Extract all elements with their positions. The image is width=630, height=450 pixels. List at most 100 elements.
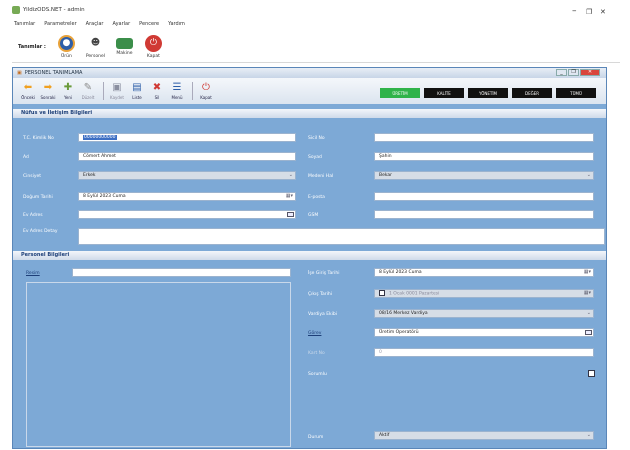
menu-icon: ☰	[172, 82, 182, 93]
minimize-icon[interactable]: –	[572, 6, 577, 16]
menu-button[interactable]: ☰ Menü	[168, 82, 186, 101]
person-icon: ☻	[90, 38, 101, 48]
medeni-label: Medeni Hal	[308, 174, 334, 179]
gsm-input[interactable]	[374, 210, 594, 219]
menu-parametreler[interactable]: Parametreler	[44, 21, 76, 27]
machine-icon	[115, 37, 133, 49]
app-title: YildizODS.NET - admin	[23, 7, 85, 13]
chevron-down-icon: ⌄	[586, 310, 591, 316]
sonraki-button[interactable]: ➡ Sonraki	[39, 82, 57, 101]
menu-araclar[interactable]: Araçlar	[86, 21, 104, 27]
edit-icon: ✎	[83, 82, 93, 93]
kart-input[interactable]: 0	[374, 348, 594, 357]
chevron-down-icon: ⌄	[586, 432, 591, 438]
quick-toolbar: Tanımlar : ● Ürün ☻ Personel Makine ⏻ Ka…	[12, 31, 620, 63]
menu-yardim[interactable]: Yardım	[168, 21, 185, 27]
sorumlu-label: Sorumlu	[308, 372, 327, 377]
dept-tumu-button[interactable]: TÜMÜ	[556, 88, 596, 98]
app-title-bar: YildizODS.NET - admin	[12, 6, 85, 14]
form-kapat-button[interactable]: ⏻ Kapat	[197, 82, 215, 101]
dept-yonetim-button[interactable]: YÖNETİM	[468, 88, 508, 98]
lookup-icon	[585, 330, 592, 335]
personel-button[interactable]: ☻ Personel	[81, 35, 110, 59]
photo-panel[interactable]	[26, 282, 291, 447]
ise-giris-date-picker[interactable]: 8 Eylül 2023 Cuma ▦▾	[374, 268, 594, 277]
list-icon: ▤	[132, 82, 142, 93]
app-logo-icon	[12, 6, 20, 14]
form-icon: ▣	[17, 70, 22, 76]
form-restore-icon[interactable]: ❐	[568, 69, 579, 76]
cikis-checkbox[interactable]	[379, 290, 385, 296]
urun-button[interactable]: ● Ürün	[52, 34, 81, 59]
close-icon[interactable]: ✕	[600, 8, 606, 16]
ad-input[interactable]: Cömert Ahmet	[78, 152, 296, 161]
personnel-section-header: Personel Bilgileri	[13, 251, 606, 260]
evadres-detay-input[interactable]	[78, 228, 605, 245]
menu-pencere[interactable]: Pencere	[139, 21, 159, 27]
cinsiyet-select[interactable]: Erkek ⌄	[78, 171, 296, 180]
calendar-icon: ▦▾	[583, 290, 591, 296]
resim-path-input[interactable]	[72, 268, 291, 277]
personel-form-window: ▣ PERSONEL TANIMLAMA _ ❐ ✕ ⬅ Önceki ➡ Sonr…	[12, 67, 607, 449]
sorumlu-checkbox[interactable]	[588, 370, 595, 377]
vardiya-select[interactable]: 08/16 Merkez Vardiya ⌄	[374, 309, 594, 318]
product-icon: ●	[57, 34, 75, 52]
chevron-down-icon: ⌄	[288, 172, 293, 178]
power-icon: ⏻	[144, 34, 162, 52]
tc-label: T.C. Kimlik No	[23, 136, 54, 141]
kapat-button[interactable]: ⏻ Kapat	[139, 34, 168, 59]
dogum-date-picker[interactable]: 8 Eylül 2023 Cuma ▦▾	[78, 192, 296, 201]
menu-tanimlar[interactable]: Tanımlar	[14, 21, 35, 27]
durum-select[interactable]: Aktif ⌄	[374, 431, 594, 440]
duzelt-button[interactable]: ✎ Düzelt	[79, 82, 97, 101]
identity-section-header: Nüfus ve İletişim Bilgileri	[13, 109, 606, 118]
menu-ayarlar[interactable]: Ayarlar	[112, 21, 130, 27]
menu-bar: Tanımlar Parametreler Araçlar Ayarlar Pe…	[14, 21, 185, 27]
yeni-button[interactable]: ✚ Yeni	[59, 82, 77, 101]
power-icon: ⏻	[202, 82, 210, 93]
cikis-label: Çıkış Tarihi	[308, 292, 332, 297]
kart-label: Kart No	[308, 351, 325, 356]
vardiya-label: Vardiya Ekibi	[308, 312, 338, 317]
resim-link[interactable]: Resim	[26, 271, 40, 276]
sicil-input[interactable]	[374, 133, 594, 142]
soyad-label: Soyad	[308, 155, 322, 160]
form-title: PERSONEL TANIMLAMA	[24, 70, 83, 76]
eposta-input[interactable]	[374, 192, 594, 201]
form-close-icon[interactable]: ✕	[580, 69, 600, 76]
toolbar-separator	[103, 82, 104, 100]
gsm-label: GSM	[308, 213, 319, 218]
quickbar-label: Tanımlar :	[18, 43, 46, 50]
save-icon: ▣	[112, 82, 122, 93]
sil-button[interactable]: ✖ Sil	[148, 82, 166, 101]
dogum-label: Doğum Tarihi	[23, 195, 53, 200]
liste-button[interactable]: ▤ Liste	[128, 82, 146, 101]
ise-giris-label: İşe Giriş Tarihi	[308, 271, 340, 276]
calendar-icon: ▦▾	[583, 269, 591, 275]
eposta-label: E-posta	[308, 195, 325, 200]
form-minimize-icon[interactable]: _	[556, 69, 567, 76]
maximize-icon[interactable]: ❐	[586, 8, 592, 16]
gorev-link[interactable]: Görev	[308, 331, 321, 336]
tc-input[interactable]: 00000000000	[78, 133, 296, 142]
cikis-date-picker[interactable]: 1 Ocak 0001 Pazartesi ▦▾	[374, 289, 594, 298]
makine-button[interactable]: Makine	[110, 37, 139, 56]
evadres-label: Ev Adres	[23, 213, 43, 218]
toolbar-separator	[192, 82, 193, 100]
calendar-icon: ▦▾	[285, 193, 293, 199]
form-title-bar: ▣ PERSONEL TANIMLAMA	[13, 68, 606, 78]
cinsiyet-label: Cinsiyet	[23, 174, 42, 179]
soyad-input[interactable]: Şahin	[374, 152, 594, 161]
onceki-button[interactable]: ⬅ Önceki	[19, 82, 37, 101]
delete-icon: ✖	[152, 82, 162, 93]
dept-deger-button[interactable]: DEĞER	[512, 88, 552, 98]
gorev-input[interactable]: Üretim Operatörü	[374, 328, 594, 337]
dept-uretim-button[interactable]: ÜRETİM	[380, 88, 420, 98]
arrow-left-icon: ⬅	[23, 82, 33, 93]
dept-kalite-button[interactable]: KALİTE	[424, 88, 464, 98]
medeni-select[interactable]: Bekar ⌄	[374, 171, 594, 180]
chevron-down-icon: ⌄	[586, 172, 591, 178]
kaydet-button[interactable]: ▣ Kaydet	[108, 82, 126, 101]
sicil-label: Sicil No	[308, 136, 325, 141]
evadres-input[interactable]	[78, 210, 296, 219]
